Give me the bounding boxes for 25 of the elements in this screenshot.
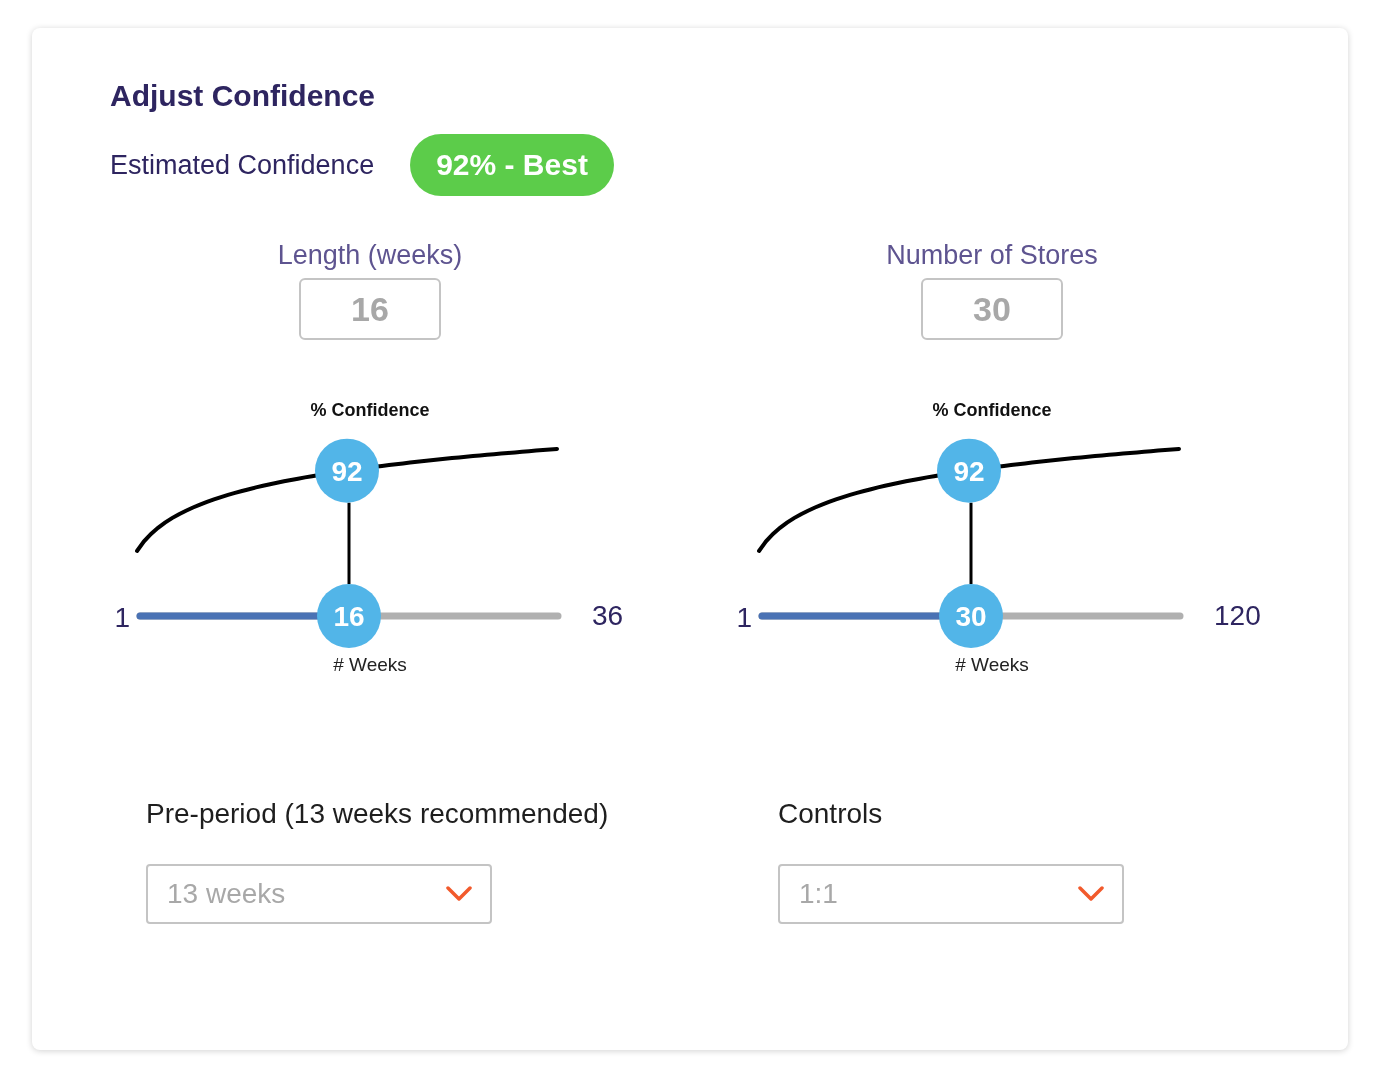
axis-label: # Weeks: [333, 654, 407, 675]
value-field[interactable]: 16: [299, 278, 441, 340]
page-title: Adjust Confidence: [109, 78, 376, 114]
estimate-label: Estimated Confidence: [110, 149, 375, 181]
field-label: Length (weeks): [277, 240, 463, 272]
slider-thumb[interactable]: 30: [939, 584, 1003, 648]
max-label: 120: [1214, 600, 1261, 631]
max-label: 36: [592, 600, 624, 631]
field-label: Pre-period (13 weeks recommended): [146, 798, 609, 831]
slider-thumb[interactable]: 16: [317, 584, 381, 648]
chart-title: % Confidence: [932, 400, 1052, 421]
dropdown[interactable]: 13 weeks: [146, 864, 492, 924]
dropdown[interactable]: 1:1: [778, 864, 1124, 924]
value-field[interactable]: 30: [921, 278, 1063, 340]
min-label: 1: [736, 602, 752, 633]
confidence-badge: 92% - Best: [410, 134, 614, 196]
confidence-marker: 92: [937, 438, 1001, 503]
chevron-down-icon: [1078, 886, 1104, 902]
field-label: Controls: [778, 798, 883, 831]
min-label: 1: [114, 602, 130, 633]
chart-title: % Confidence: [310, 400, 430, 421]
field-label: Number of Stores: [886, 240, 1098, 272]
chevron-down-icon: [446, 886, 472, 902]
confidence-marker: 92: [315, 438, 379, 503]
axis-label: # Weeks: [955, 654, 1029, 675]
